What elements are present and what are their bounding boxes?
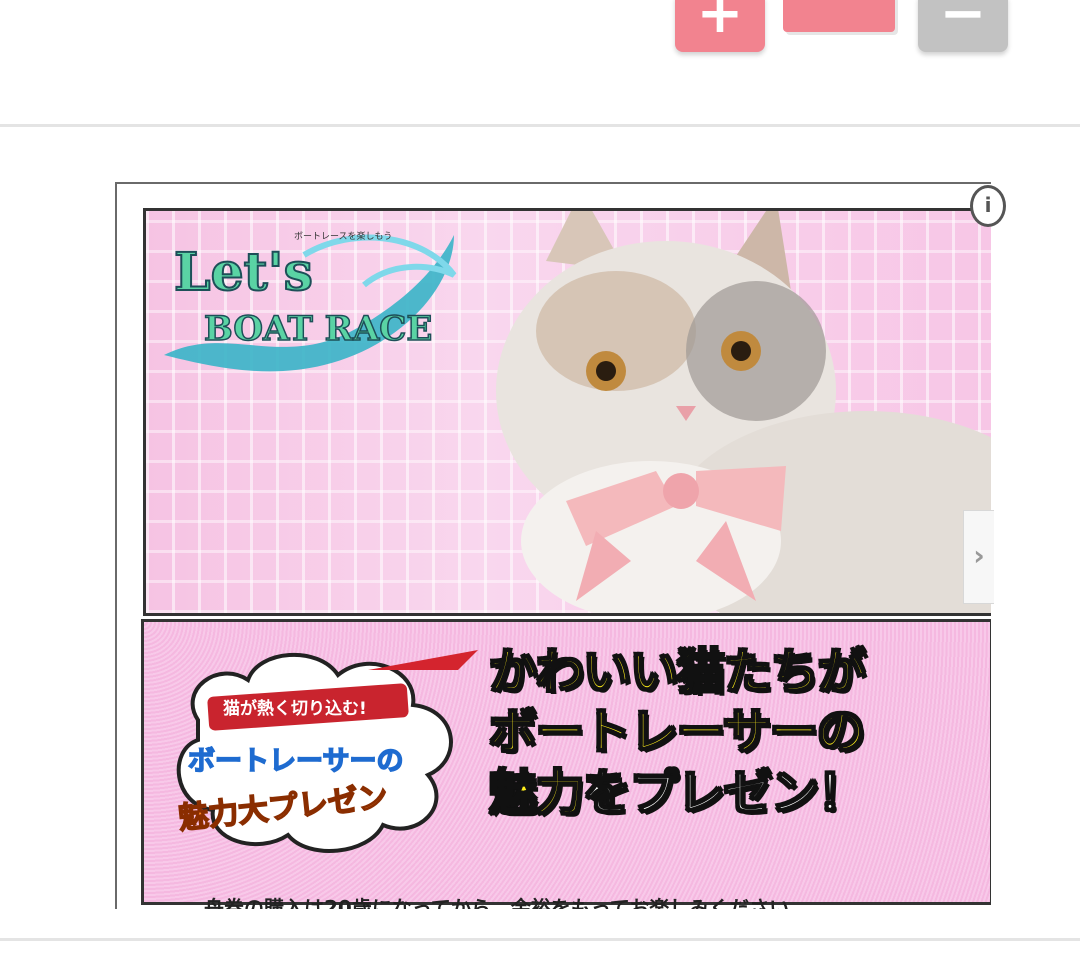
logo-lets-text: Let's: [174, 242, 313, 303]
headline-line1: かわいい猫たちが: [488, 643, 867, 701]
top-divider: [0, 124, 1080, 127]
headline-line2: ボートレーサーの: [488, 703, 866, 761]
chevron-right-icon[interactable]: ›: [963, 510, 994, 604]
bottom-divider: [0, 938, 1080, 941]
zoom-out-button[interactable]: −: [918, 0, 1008, 52]
ad-text-panel: 猫が熱く切り込む! ボートレーサーの 魅力大プレゼン かわいい猫たちが ボートレ…: [141, 619, 991, 909]
logo-tagline: ボートレースを楽しもう: [294, 230, 392, 242]
ad-headline: かわいい猫たちが ボートレーサーの 魅力をプレゼン！: [488, 642, 969, 823]
pink-tab-button[interactable]: [783, 0, 895, 32]
badge-line1: ボートレーサーの: [188, 746, 403, 777]
badge-cloud-graphic: 猫が熱く切り込む! ボートレーサーの 魅力大プレゼン: [176, 650, 478, 853]
zoom-in-button[interactable]: +: [675, 0, 765, 52]
cat-photo: [496, 211, 991, 613]
info-icon[interactable]: i: [970, 185, 1006, 227]
badge-ribbon-text: 猫が熱く切り込む!: [223, 698, 367, 719]
headline-line3-part1: 魅力: [488, 764, 585, 822]
ad-photo: Let's BOAT RACE ボートレースを楽しもう: [143, 208, 991, 616]
advertisement-banner[interactable]: Let's BOAT RACE ボートレースを楽しもう 猫が熱く切り込む! ボー…: [115, 182, 991, 909]
headline-line3-part2: をプレゼン！: [582, 764, 867, 822]
top-toolbar: + −: [0, 0, 1080, 126]
headline-line3: 魅力をプレゼン！: [488, 763, 969, 823]
ad-disclaimer: 舟券の購入は20歳になってから。余裕をもってお楽しみください。: [204, 896, 810, 909]
